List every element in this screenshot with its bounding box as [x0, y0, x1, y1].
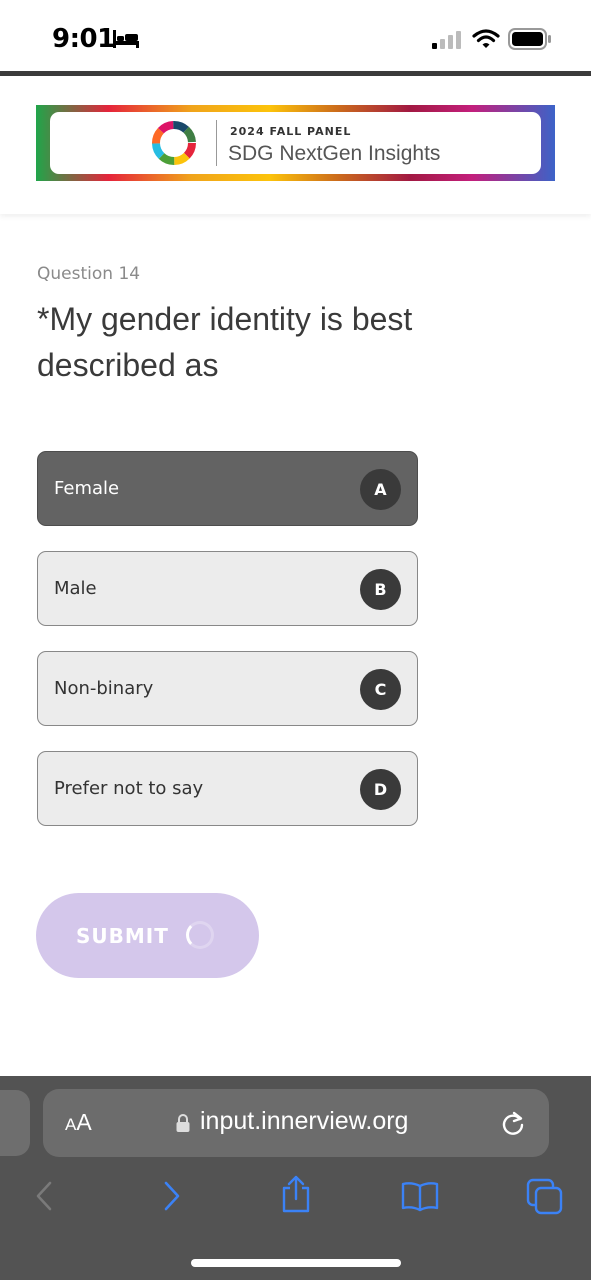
option-label: Female: [54, 478, 120, 499]
bookmarks-icon[interactable]: [400, 1180, 440, 1216]
status-bar: 9:01: [0, 0, 591, 72]
status-time: 9:01: [52, 24, 115, 54]
wifi-icon: [472, 28, 500, 54]
option-female[interactable]: Female A: [37, 451, 418, 526]
option-non-binary[interactable]: Non-binary C: [37, 651, 418, 726]
cellular-signal-icon: [430, 30, 464, 54]
option-key-badge: C: [360, 669, 401, 710]
banner-panel-label: 2024 FALL PANEL: [230, 125, 352, 138]
forward-icon[interactable]: [162, 1180, 182, 1216]
url-text[interactable]: input.innerview.org: [200, 1107, 408, 1136]
reader-settings-button[interactable]: AA: [65, 1109, 92, 1136]
back-icon[interactable]: [34, 1180, 54, 1216]
tabs-icon[interactable]: [526, 1178, 564, 1220]
option-male[interactable]: Male B: [37, 551, 418, 626]
panel-banner: 2024 FALL PANEL SDG NextGen Insights: [36, 105, 555, 181]
banner-title: SDG NextGen Insights: [228, 142, 441, 165]
lock-icon: [175, 1113, 191, 1137]
browser-toolbar: AA input.innerview.org: [0, 1076, 591, 1280]
share-icon[interactable]: [280, 1174, 312, 1218]
home-indicator: [191, 1259, 401, 1267]
option-key-badge: D: [360, 769, 401, 810]
option-prefer-not-to-say[interactable]: Prefer not to say D: [37, 751, 418, 826]
option-key-badge: A: [360, 469, 401, 510]
banner-divider: [216, 120, 217, 166]
previous-tab-edge[interactable]: [0, 1090, 30, 1156]
option-key-badge: B: [360, 569, 401, 610]
bed-icon: [112, 28, 140, 54]
battery-icon: [508, 28, 552, 54]
option-label: Non-binary: [54, 678, 154, 699]
question-number: Question 14: [37, 264, 141, 284]
submit-button[interactable]: SUBMIT: [36, 893, 259, 978]
option-label: Male: [54, 578, 97, 599]
sdg-wheel-logo-icon: [150, 119, 198, 171]
loading-spinner-icon: [186, 921, 214, 949]
header: 2024 FALL PANEL SDG NextGen Insights: [0, 76, 591, 214]
question-title: *My gender identity is best described as: [37, 301, 413, 383]
reload-icon[interactable]: [500, 1109, 526, 1141]
option-label: Prefer not to say: [54, 778, 204, 799]
address-bar[interactable]: AA input.innerview.org: [43, 1089, 549, 1157]
submit-label: SUBMIT: [76, 924, 169, 948]
